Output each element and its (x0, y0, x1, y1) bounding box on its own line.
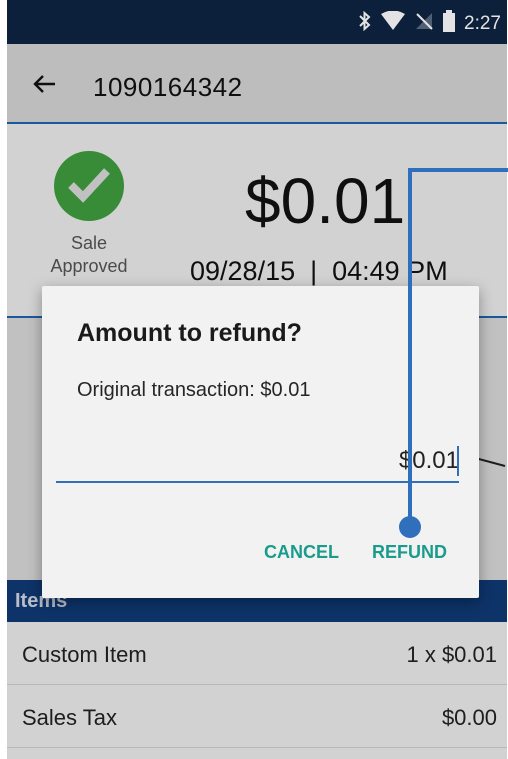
text-cursor (457, 446, 459, 476)
refund-button[interactable]: REFUND (372, 542, 447, 563)
refund-dialog: Amount to refund? Original transaction: … (42, 286, 479, 598)
refund-amount-input[interactable] (56, 441, 459, 483)
dialog-message: Original transaction: $0.01 (77, 379, 311, 401)
cancel-button[interactable]: CANCEL (264, 542, 339, 563)
dialog-title: Amount to refund? (77, 319, 302, 347)
app-screen: 2:27 1090164342 Sale Approved $0.01 09/2… (7, 0, 507, 759)
